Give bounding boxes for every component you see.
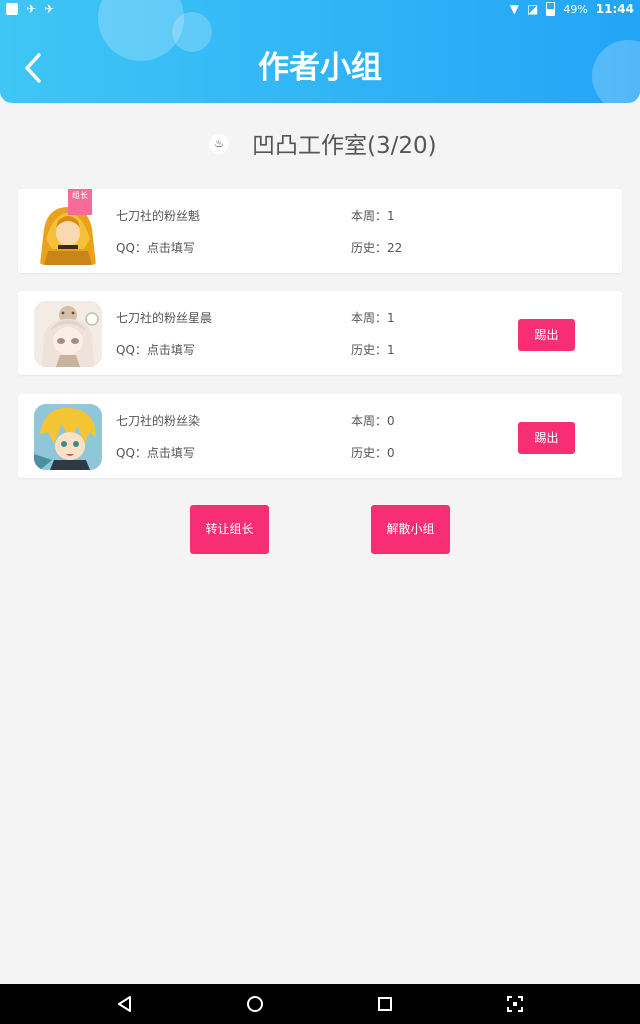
avatar[interactable] (34, 301, 102, 367)
kick-button[interactable]: 踢出 (518, 422, 575, 454)
weekly-count: 本周：0 (351, 414, 395, 428)
page-title: 作者小组 (258, 50, 382, 86)
notification-bird-icon: ✈ (44, 2, 55, 16)
notification-app-icon (6, 3, 18, 15)
leader-badge: 组长 (68, 189, 92, 215)
member-card: 组长 七刀社的粉丝魁 QQ：点击填写 本周：1 历史：22 (18, 189, 622, 273)
clock: 11:44 (595, 2, 634, 16)
history-count: 历史：0 (351, 446, 395, 460)
recents-icon[interactable] (375, 994, 395, 1014)
avatar[interactable] (34, 404, 102, 470)
status-bar: ✈ ✈ ▼ ◪ 49% 11:44 (0, 0, 640, 20)
qq-field[interactable]: QQ：点击填写 (116, 444, 195, 461)
history-count: 历史：1 (351, 343, 395, 357)
dissolve-group-button[interactable]: 解散小组 (371, 505, 450, 554)
back-icon[interactable] (115, 994, 135, 1014)
notification-bird-icon: ✈ (26, 2, 37, 16)
qq-field[interactable]: QQ：点击填写 (116, 239, 195, 256)
transfer-leader-button[interactable]: 转让组长 (190, 505, 269, 554)
group-name: 凹凸工作室(3/20) (252, 133, 437, 159)
screenshot-icon[interactable] (505, 994, 525, 1014)
weekly-count: 本周：1 (351, 311, 395, 325)
history-count: 历史：22 (351, 241, 403, 255)
battery-percent: 49% (563, 2, 588, 16)
system-nav-bar (0, 984, 640, 1024)
battery-icon (546, 2, 556, 16)
group-header: ♨ 凹凸工作室(3/20) (0, 128, 640, 164)
member-name: 七刀社的粉丝魁 (116, 209, 201, 223)
home-icon[interactable] (245, 994, 265, 1014)
member-name: 七刀社的粉丝染 (116, 414, 201, 428)
header-bar: ✈ ✈ ▼ ◪ 49% 11:44 作者小组 (0, 0, 640, 103)
no-signal-icon: ◪ (527, 2, 539, 16)
member-card: 七刀社的粉丝星晨 QQ：点击填写 本周：1 历史：1 踢出 (18, 291, 622, 375)
kick-button[interactable]: 踢出 (518, 319, 575, 351)
weekly-count: 本周：1 (351, 209, 395, 223)
member-name: 七刀社的粉丝星晨 (116, 311, 213, 325)
group-icon: ♨ (209, 134, 229, 154)
member-card: 七刀社的粉丝染 QQ：点击填写 本周：0 历史：0 踢出 (18, 394, 622, 478)
wifi-icon: ▼ (509, 2, 519, 16)
qq-field[interactable]: QQ：点击填写 (116, 341, 195, 358)
